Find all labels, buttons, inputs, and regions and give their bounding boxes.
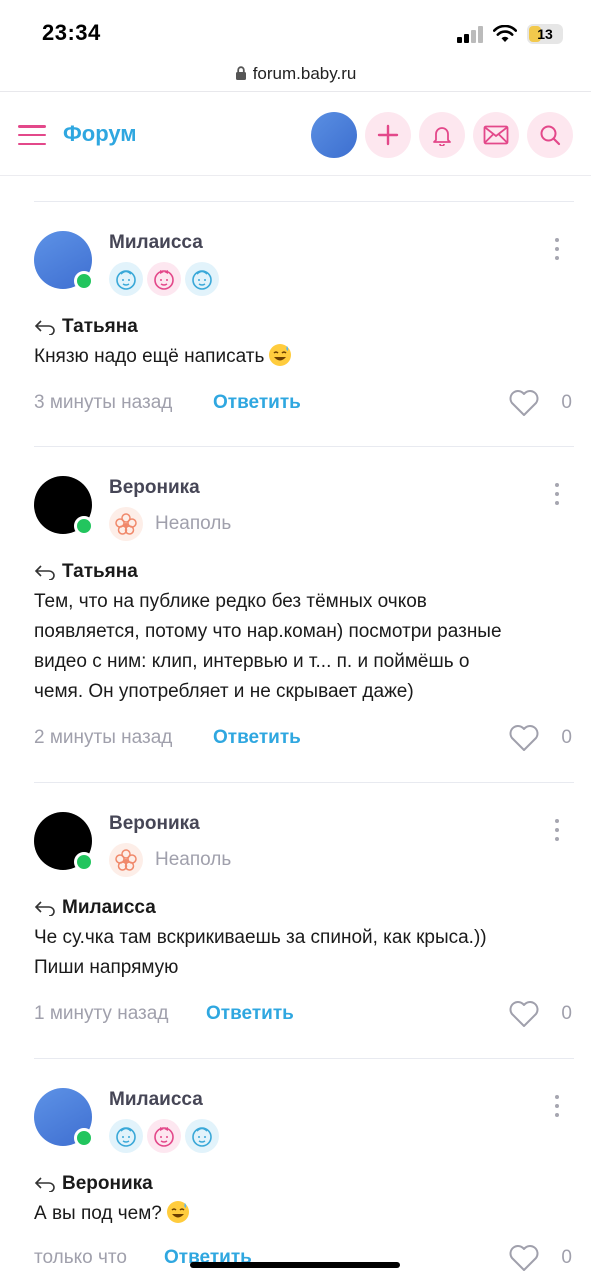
page-title[interactable]: Форум bbox=[63, 121, 137, 147]
status-time: 23:34 bbox=[42, 20, 101, 45]
children-badges bbox=[109, 1119, 219, 1153]
boy-icon bbox=[109, 1119, 143, 1153]
reply-to-name: Милаисса bbox=[62, 897, 156, 918]
address-bar[interactable]: forum.baby.ru bbox=[0, 56, 591, 92]
battery-icon: 13 bbox=[527, 24, 563, 44]
battery-level: 13 bbox=[537, 26, 553, 42]
flower-icon bbox=[109, 843, 143, 877]
boy-icon bbox=[109, 262, 143, 296]
comment-time: 1 минуту назад bbox=[34, 1003, 169, 1024]
add-button[interactable] bbox=[365, 112, 411, 158]
cellular-signal-icon bbox=[457, 25, 483, 43]
reply-arrow-icon bbox=[34, 901, 55, 916]
status-icons: 13 bbox=[457, 24, 563, 44]
user-avatar[interactable] bbox=[311, 112, 357, 158]
boy-icon bbox=[185, 1119, 219, 1153]
girl-icon bbox=[147, 262, 181, 296]
more-options-icon[interactable] bbox=[554, 1095, 560, 1117]
comment-text-line: появляется, потому что нар.коман) посмот… bbox=[34, 621, 502, 642]
comment-author[interactable]: Вероника bbox=[109, 477, 200, 499]
online-status-dot bbox=[74, 516, 94, 536]
url-text: forum.baby.ru bbox=[252, 63, 357, 83]
reply-button[interactable]: Ответить bbox=[213, 727, 301, 749]
comment-text: Князю надо ещё написать bbox=[34, 342, 554, 372]
flower-icon bbox=[109, 507, 143, 541]
more-options-icon[interactable] bbox=[554, 819, 560, 841]
heart-icon[interactable] bbox=[508, 1243, 540, 1273]
comment-text-line: чемя. Он употребляет и не скрывает даже) bbox=[34, 681, 414, 702]
comment-text: Че су.чка там вскрикиваешь за спиной, ка… bbox=[34, 923, 574, 983]
comment-text: А вы под чем? bbox=[34, 1199, 554, 1229]
reply-arrow-icon bbox=[34, 565, 55, 580]
like-count: 0 bbox=[561, 1247, 572, 1268]
site-header: Форум bbox=[0, 92, 591, 176]
comment-author[interactable]: Милаисса bbox=[109, 1089, 203, 1111]
girl-icon bbox=[147, 1119, 181, 1153]
comment-item: Вероника Неаполь Татьяна Тем, что на пуб… bbox=[34, 446, 574, 782]
like-count: 0 bbox=[561, 392, 572, 413]
comment-text-line: видео с ним: клип, интервью и т... п. и … bbox=[34, 651, 470, 672]
lock-icon bbox=[235, 66, 246, 80]
comment-text-line: Князю надо ещё написать bbox=[34, 346, 265, 367]
bell-icon bbox=[433, 127, 451, 146]
reply-button[interactable]: Ответить bbox=[213, 392, 301, 414]
online-status-dot bbox=[74, 852, 94, 872]
wifi-icon bbox=[493, 25, 517, 42]
user-city: Неаполь bbox=[109, 507, 231, 541]
online-status-dot bbox=[74, 1128, 94, 1148]
comment-item: Милаисса Татьяна Князю надо ещё написать… bbox=[34, 201, 574, 446]
mail-icon bbox=[483, 125, 509, 145]
user-city: Неаполь bbox=[109, 843, 231, 877]
hamburger-icon[interactable] bbox=[18, 125, 46, 145]
reply-to-name: Татьяна bbox=[62, 561, 138, 582]
city-name: Неаполь bbox=[155, 849, 232, 870]
heart-icon[interactable] bbox=[508, 999, 540, 1029]
sweat-smile-emoji-icon bbox=[269, 344, 292, 366]
heart-icon[interactable] bbox=[508, 723, 540, 753]
boy-icon bbox=[185, 262, 219, 296]
reply-to[interactable]: Милаисса bbox=[34, 897, 156, 919]
comment-time: только что bbox=[34, 1247, 127, 1268]
reply-to-name: Вероника bbox=[62, 1173, 153, 1194]
like-count: 0 bbox=[561, 1003, 572, 1024]
home-indicator[interactable] bbox=[190, 1262, 400, 1268]
comment-item: Вероника Неаполь Милаисса Че су.чка там … bbox=[34, 782, 574, 1058]
comment-text-line: Че су.чка там вскрикиваешь за спиной, ка… bbox=[34, 927, 487, 948]
heart-icon[interactable] bbox=[508, 388, 540, 418]
comment-text-line: Тем, что на публике редко без тёмных очк… bbox=[34, 591, 427, 612]
notifications-button[interactable] bbox=[419, 112, 465, 158]
children-badges bbox=[109, 262, 219, 296]
online-status-dot bbox=[74, 271, 94, 291]
like-count: 0 bbox=[561, 727, 572, 748]
comment-text-line: А вы под чем? bbox=[34, 1203, 162, 1224]
comment-meta: 2 минуты назад Ответить 0 bbox=[34, 723, 574, 753]
status-bar: 23:34 13 bbox=[0, 0, 591, 56]
comment-time: 2 минуты назад bbox=[34, 727, 173, 748]
more-options-icon[interactable] bbox=[554, 483, 560, 505]
comment-meta: только что Ответить 0 bbox=[34, 1243, 574, 1273]
messages-button[interactable] bbox=[473, 112, 519, 158]
comment-author[interactable]: Вероника bbox=[109, 813, 200, 835]
reply-arrow-icon bbox=[34, 1177, 55, 1192]
reply-to[interactable]: Татьяна bbox=[34, 561, 138, 583]
city-name: Неаполь bbox=[155, 513, 232, 534]
reply-button[interactable]: Ответить bbox=[206, 1003, 294, 1025]
search-icon bbox=[540, 125, 561, 146]
comment-item: Милаисса Вероника А вы под чем? только ч… bbox=[34, 1058, 574, 1280]
comment-meta: 3 минуты назад Ответить 0 bbox=[34, 388, 574, 418]
search-button[interactable] bbox=[527, 112, 573, 158]
more-options-icon[interactable] bbox=[554, 238, 560, 260]
comment-text: Тем, что на публике редко без тёмных очк… bbox=[34, 587, 574, 707]
comment-text-line: Пиши напрямую bbox=[34, 957, 179, 978]
reply-arrow-icon bbox=[34, 320, 55, 335]
comment-meta: 1 минуту назад Ответить 0 bbox=[34, 999, 574, 1029]
reply-to[interactable]: Татьяна bbox=[34, 316, 138, 338]
sweat-smile-emoji-icon bbox=[166, 1201, 189, 1223]
reply-to[interactable]: Вероника bbox=[34, 1173, 153, 1195]
comment-author[interactable]: Милаисса bbox=[109, 232, 203, 254]
comment-time: 3 минуты назад bbox=[34, 392, 173, 413]
plus-icon bbox=[377, 124, 399, 146]
reply-to-name: Татьяна bbox=[62, 316, 138, 337]
